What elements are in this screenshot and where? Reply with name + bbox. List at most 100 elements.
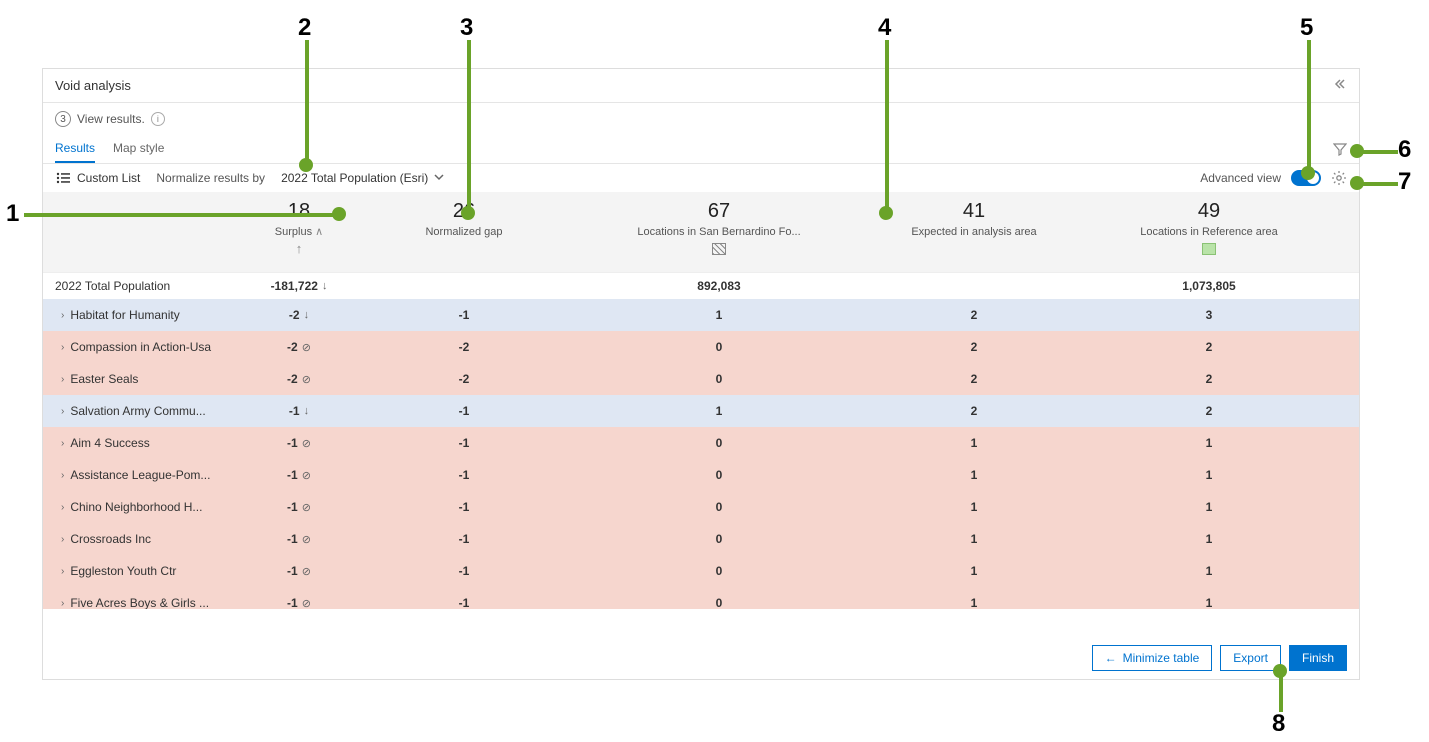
expand-icon[interactable]: › (61, 438, 64, 449)
column-locations-reference[interactable]: 49 Locations in Reference area (1059, 192, 1359, 272)
chevron-down-icon (434, 171, 444, 185)
row-normgap: -2 (379, 340, 549, 354)
callout-dot-1 (332, 207, 346, 221)
row-normgap: -1 (379, 564, 549, 578)
callout-dot-4 (879, 206, 893, 220)
column-expected[interactable]: 41 Expected in analysis area (889, 192, 1059, 272)
table-row[interactable]: ›Aim 4 Success-1⊘-1011 (43, 427, 1359, 459)
table-row[interactable]: ›Easter Seals-2⊘-2022 (43, 363, 1359, 395)
custom-list-button[interactable]: Custom List (55, 171, 140, 185)
table-row[interactable]: ›Eggleston Youth Ctr-1⊘-1011 (43, 555, 1359, 587)
row-locref: 1 (1059, 500, 1359, 514)
tabs: Results Map style (43, 135, 1359, 164)
callout-4: 4 (878, 14, 891, 42)
table-row[interactable]: ›Salvation Army Commu...-1↓-1122 (43, 395, 1359, 427)
trend-icon: ⊘ (302, 341, 311, 354)
row-locsan: 0 (549, 564, 889, 578)
callout-dot-5 (1301, 166, 1315, 180)
trend-icon: ⊘ (302, 533, 311, 546)
expand-icon[interactable]: › (61, 310, 64, 321)
callout-line-2 (305, 40, 309, 160)
table-row[interactable]: ›Habitat for Humanity-2↓-1123 (43, 299, 1359, 331)
row-surplus: -1 (287, 436, 298, 450)
collapse-icon[interactable] (1333, 77, 1347, 94)
export-button[interactable]: Export (1220, 645, 1281, 671)
callout-dot-8 (1273, 664, 1287, 678)
row-locref: 2 (1059, 340, 1359, 354)
expand-icon[interactable]: › (61, 534, 64, 545)
callout-7: 7 (1398, 168, 1411, 196)
row-locref: 1 (1059, 596, 1359, 609)
normalize-label: Normalize results by (156, 171, 265, 185)
table-row[interactable]: ›Assistance League-Pom...-1⊘-1011 (43, 459, 1359, 491)
table-header: 18 Surplus ∧ ↑ 26 Normalized gap 67 Loca… (43, 192, 1359, 272)
expand-icon[interactable]: › (61, 598, 64, 609)
row-locsan: 0 (549, 340, 889, 354)
row-name: Crossroads Inc (70, 532, 151, 546)
surplus-count: 18 (288, 200, 310, 223)
trend-icon: ⊘ (302, 437, 311, 450)
row-normgap: -1 (379, 436, 549, 450)
table-row[interactable]: ›Five Acres Boys & Girls ...-1⊘-1011 (43, 587, 1359, 609)
row-locsan: 0 (549, 596, 889, 609)
row-expected: 2 (889, 404, 1059, 418)
expand-icon[interactable]: › (61, 566, 64, 577)
row-surplus: -1 (287, 596, 298, 609)
gear-icon[interactable] (1331, 170, 1347, 186)
filter-icon[interactable] (1333, 142, 1347, 156)
column-surplus[interactable]: 18 Surplus ∧ ↑ (219, 192, 379, 272)
info-icon[interactable]: i (151, 112, 165, 126)
summary-locref: 1,073,805 (1059, 279, 1359, 293)
summary-name: 2022 Total Population (43, 279, 219, 293)
row-surplus: -1 (289, 404, 300, 418)
expand-icon[interactable]: › (61, 374, 64, 385)
expand-icon[interactable]: › (61, 342, 64, 353)
table-row[interactable]: ›Crossroads Inc-1⊘-1011 (43, 523, 1359, 555)
callout-6: 6 (1398, 136, 1411, 164)
row-locref: 3 (1059, 308, 1359, 322)
summary-surplus: -181,722 (271, 279, 318, 293)
tab-results[interactable]: Results (55, 135, 95, 163)
row-name: Assistance League-Pom... (70, 468, 210, 482)
table-row[interactable]: ›Chino Neighborhood H...-1⊘-1011 (43, 491, 1359, 523)
row-locsan: 0 (549, 532, 889, 546)
callout-2: 2 (298, 14, 311, 42)
row-surplus: -1 (287, 500, 298, 514)
trend-icon: ⊘ (302, 373, 311, 386)
column-normalized-gap[interactable]: 26 Normalized gap (379, 192, 549, 272)
expand-icon[interactable]: › (61, 502, 64, 513)
finish-button[interactable]: Finish (1289, 645, 1347, 671)
expected-count: 41 (963, 200, 985, 223)
minimize-table-button[interactable]: ← Minimize table (1092, 645, 1213, 671)
table-body[interactable]: ›Habitat for Humanity-2↓-1123›Compassion… (43, 299, 1359, 609)
trend-icon: ↓ (304, 405, 310, 417)
void-analysis-panel: Void analysis 3 View results. i Results … (42, 68, 1360, 680)
custom-list-label: Custom List (77, 171, 140, 185)
trend-icon: ⊘ (302, 501, 311, 514)
tab-map-style[interactable]: Map style (113, 135, 164, 163)
summary-row: 2022 Total Population -181,722 ↓ 892,083… (43, 272, 1359, 299)
table-row[interactable]: ›Compassion in Action-Usa-2⊘-2022 (43, 331, 1359, 363)
callout-8: 8 (1272, 710, 1285, 738)
hatch-swatch-icon (712, 243, 726, 255)
row-locref: 2 (1059, 404, 1359, 418)
column-locations-analysis[interactable]: 67 Locations in San Bernardino Fo... (549, 192, 889, 272)
row-name: Compassion in Action-Usa (70, 340, 211, 354)
row-locref: 1 (1059, 468, 1359, 482)
advanced-view-label: Advanced view (1200, 171, 1281, 185)
normalize-value: 2022 Total Population (Esri) (281, 171, 428, 185)
expand-icon[interactable]: › (61, 470, 64, 481)
callout-3: 3 (460, 14, 473, 42)
list-icon (55, 171, 71, 185)
callout-line-6 (1362, 150, 1398, 154)
footer-actions: ← Minimize table Export Finish (1092, 645, 1347, 671)
row-name: Eggleston Youth Ctr (70, 564, 176, 578)
step-number-badge: 3 (55, 111, 71, 127)
callout-1: 1 (6, 200, 19, 228)
row-expected: 1 (889, 564, 1059, 578)
normalize-select[interactable]: 2022 Total Population (Esri) (281, 171, 444, 185)
row-normgap: -1 (379, 500, 549, 514)
callout-line-1 (24, 213, 334, 217)
callout-line-5 (1307, 40, 1311, 168)
expand-icon[interactable]: › (61, 406, 64, 417)
